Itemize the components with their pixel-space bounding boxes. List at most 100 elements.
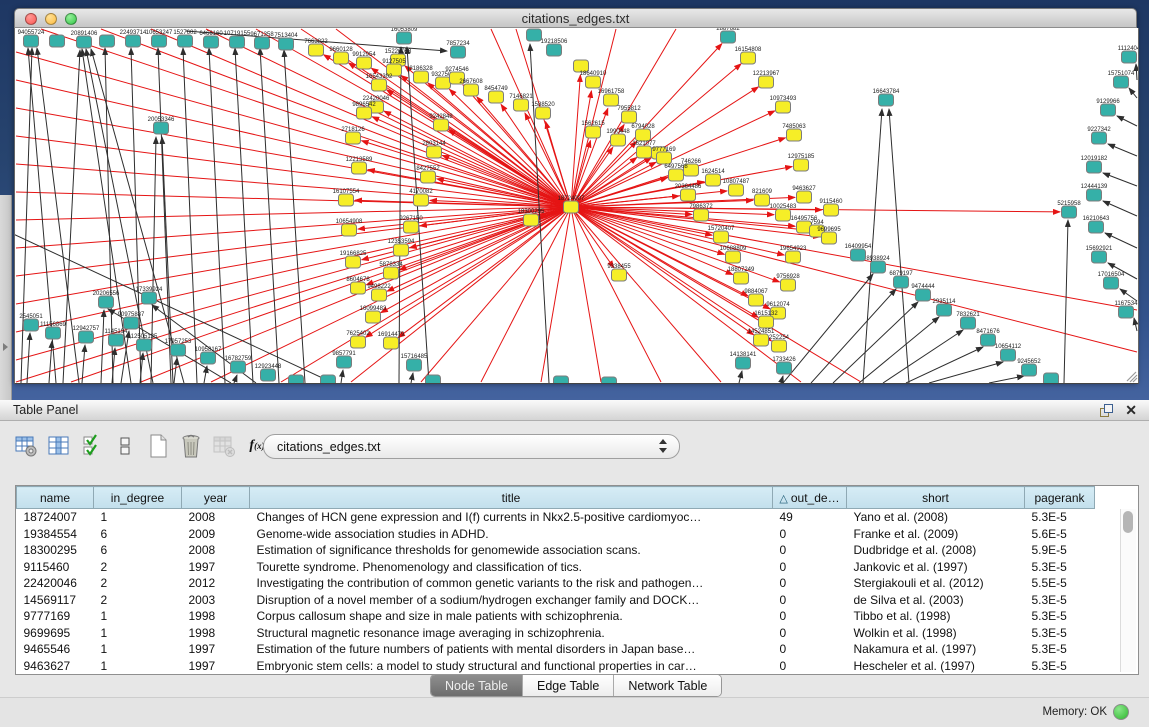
graph-node[interactable] xyxy=(564,201,579,213)
graph-node[interactable] xyxy=(797,191,812,203)
graph-node[interactable] xyxy=(321,375,336,383)
citation-network-graph[interactable]: 9405572420891406224937141065324715276026… xyxy=(15,28,1138,383)
graph-node[interactable] xyxy=(586,76,601,88)
citation-edge[interactable] xyxy=(16,207,571,360)
graph-node[interactable] xyxy=(1092,132,1107,144)
memory-status-indicator[interactable] xyxy=(1113,704,1129,720)
graph-node[interactable] xyxy=(622,111,637,123)
citation-edge[interactable] xyxy=(211,207,571,382)
graph-node[interactable] xyxy=(536,107,551,119)
graph-node[interactable] xyxy=(787,129,802,141)
graph-node[interactable] xyxy=(427,146,442,158)
citation-edge[interactable] xyxy=(571,207,721,382)
network-view-window[interactable]: citations_edges.txt 94055724208914062249… xyxy=(14,8,1137,383)
graph-node[interactable] xyxy=(961,317,976,329)
table-cell[interactable]: Yano et al. (2008) xyxy=(847,509,1025,526)
graph-node[interactable] xyxy=(514,99,529,111)
edge[interactable] xyxy=(783,274,873,383)
delete-button[interactable] xyxy=(179,433,203,459)
table-cell[interactable]: 0 xyxy=(773,592,847,609)
graph-node[interactable] xyxy=(394,244,409,256)
table-row[interactable]: 1830029562008Estimation of significance … xyxy=(17,542,1095,559)
table-cell[interactable]: 0 xyxy=(773,625,847,642)
table-cell[interactable]: 1 xyxy=(94,625,182,642)
graph-node[interactable] xyxy=(351,336,366,348)
edge[interactable] xyxy=(1129,88,1137,98)
table-cell[interactable]: Stergiakouli et al. (2012) xyxy=(847,575,1025,592)
graph-node[interactable] xyxy=(451,46,466,58)
table-cell[interactable]: 1998 xyxy=(182,625,250,642)
table-cell[interactable]: 1997 xyxy=(182,559,250,576)
citation-edge[interactable] xyxy=(541,207,571,382)
edge[interactable] xyxy=(49,341,52,383)
table-cell[interactable]: Jankovic et al. (1997) xyxy=(847,559,1025,576)
table-row[interactable]: 969969511998Structural magnetic resonanc… xyxy=(17,625,1095,642)
graph-node[interactable] xyxy=(99,296,114,308)
graph-node[interactable] xyxy=(152,35,167,47)
table-vertical-scrollbar[interactable] xyxy=(1120,509,1136,672)
graph-node[interactable] xyxy=(772,340,787,352)
edge[interactable] xyxy=(1103,173,1137,186)
table-cell[interactable]: 5.5E-5 xyxy=(1025,575,1095,592)
table-cell[interactable]: Embryonic stem cells: a model to study s… xyxy=(250,658,773,675)
edge[interactable] xyxy=(158,48,171,383)
graph-node[interactable] xyxy=(279,38,294,50)
edge[interactable] xyxy=(929,362,1003,383)
graph-node[interactable] xyxy=(786,251,801,263)
edge[interactable] xyxy=(411,373,413,383)
graph-node[interactable] xyxy=(346,132,361,144)
graph-node[interactable] xyxy=(1001,349,1016,361)
graph-node[interactable] xyxy=(414,194,429,206)
table-cell[interactable]: de Silva et al. (2003) xyxy=(847,592,1025,609)
graph-node[interactable] xyxy=(421,171,436,183)
table-cell[interactable]: Genome-wide association studies in ADHD. xyxy=(250,526,773,543)
graph-node[interactable] xyxy=(824,204,839,216)
graph-node[interactable] xyxy=(357,107,372,119)
table-cell[interactable]: 2 xyxy=(94,592,182,609)
graph-node[interactable] xyxy=(759,76,774,88)
graph-node[interactable] xyxy=(776,209,791,221)
close-panel-icon[interactable]: ✕ xyxy=(1125,402,1137,419)
graph-node[interactable] xyxy=(894,276,909,288)
table-cell[interactable]: Franke et al. (2009) xyxy=(847,526,1025,543)
graph-node[interactable] xyxy=(77,36,92,48)
edge[interactable] xyxy=(341,370,343,383)
graph-node[interactable] xyxy=(366,311,381,323)
table-cell[interactable]: 1997 xyxy=(182,658,250,675)
graph-node[interactable] xyxy=(981,334,996,346)
graph-node[interactable] xyxy=(1101,104,1116,116)
table-cell[interactable]: 0 xyxy=(773,559,847,576)
table-cell[interactable]: 18300295 xyxy=(17,542,94,559)
table-cell[interactable]: 6 xyxy=(94,542,182,559)
graph-node[interactable] xyxy=(372,79,387,91)
select-columns-button[interactable] xyxy=(47,433,71,459)
graph-node[interactable] xyxy=(414,71,429,83)
column-header-year[interactable]: year xyxy=(182,487,250,509)
table-cell[interactable]: 9115460 xyxy=(17,559,94,576)
edge[interactable] xyxy=(833,302,918,383)
graph-node[interactable] xyxy=(741,52,756,64)
graph-node[interactable] xyxy=(309,44,324,56)
graph-node[interactable] xyxy=(871,261,886,273)
edge[interactable] xyxy=(131,48,141,383)
new-document-button[interactable] xyxy=(146,433,170,459)
graph-node[interactable] xyxy=(230,36,245,48)
table-row[interactable]: 1872400712008Changes of HCN gene express… xyxy=(17,509,1095,526)
graph-node[interactable] xyxy=(604,94,619,106)
network-window-titlebar[interactable]: citations_edges.txt xyxy=(14,8,1137,28)
graph-node[interactable] xyxy=(171,344,186,356)
table-cell[interactable]: 0 xyxy=(773,608,847,625)
graph-node[interactable] xyxy=(1089,221,1104,233)
graph-node[interactable] xyxy=(142,292,157,304)
citation-edge[interactable] xyxy=(571,207,808,230)
table-cell[interactable]: 5.3E-5 xyxy=(1025,641,1095,658)
citation-edge[interactable] xyxy=(16,52,571,207)
table-cell[interactable]: 14569117 xyxy=(17,592,94,609)
graph-node[interactable] xyxy=(822,232,837,244)
graph-node[interactable] xyxy=(637,146,652,158)
graph-node[interactable] xyxy=(124,317,139,329)
graph-node[interactable] xyxy=(231,361,246,373)
table-cell[interactable]: 9699695 xyxy=(17,625,94,642)
graph-node[interactable] xyxy=(178,35,193,47)
network-canvas[interactable]: 9405572420891406224937141065324715276026… xyxy=(14,28,1139,384)
